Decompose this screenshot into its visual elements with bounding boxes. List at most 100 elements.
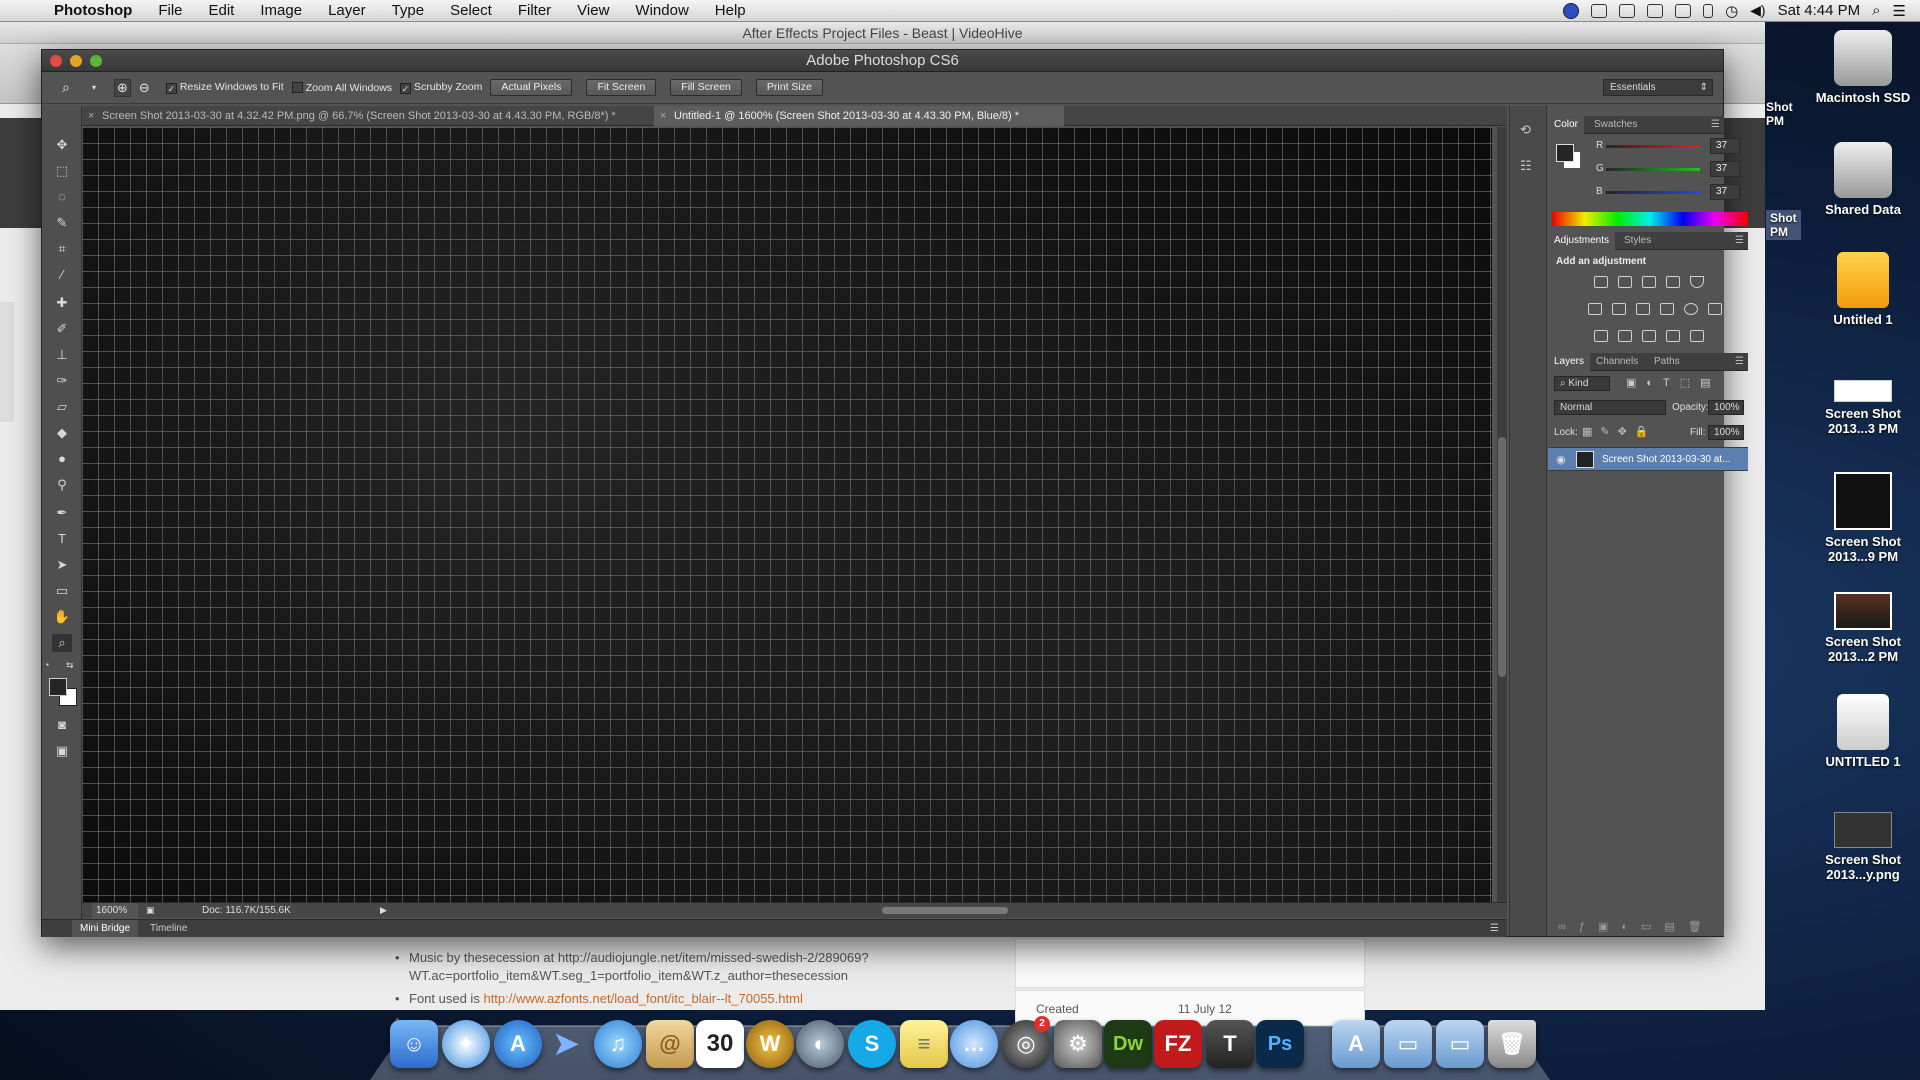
hand-tool-icon[interactable]: ✋ [52,608,72,626]
eraser-tool-icon[interactable]: ▱ [52,398,72,416]
tab-close-icon[interactable]: × [660,106,666,126]
document-canvas[interactable] [82,127,1492,902]
messages-icon[interactable]: … [950,1020,998,1068]
fill-field[interactable]: 100% [1708,425,1744,440]
tab-mini-bridge[interactable]: Mini Bridge [72,920,139,937]
blend-mode-dropdown[interactable]: Normal [1554,400,1666,415]
rectangle-tool-icon[interactable]: ▭ [52,582,72,600]
tool-preset-dropdown[interactable]: ▾ [92,83,106,92]
music-credit-link[interactable]: WT.ac=portfolio_item&WT.seg_1=portfolio_… [409,968,848,983]
panel-menu-icon[interactable]: ☰ [1490,920,1499,937]
menu-type[interactable]: Type [379,2,438,19]
tab-timeline[interactable]: Timeline [142,920,195,937]
documents-folder-icon[interactable]: ▭ [1384,1020,1432,1068]
marquee-tool-icon[interactable]: ⬚ [52,162,72,180]
dodge-tool-icon[interactable]: ⚲ [52,476,72,494]
steam-icon[interactable]: ◐ [796,1020,844,1068]
properties-panel-icon[interactable]: ☷ [1520,158,1538,174]
levels-adj-icon[interactable] [1618,276,1632,288]
tab-styles[interactable]: Styles [1618,232,1657,250]
curves-adj-icon[interactable] [1642,276,1656,288]
filezilla-icon[interactable]: FZ [1154,1020,1202,1068]
minimize-button[interactable] [70,55,82,67]
text-app-icon[interactable]: T [1206,1020,1254,1068]
lasso-tool-icon[interactable]: ◌ [52,188,72,206]
stickies-icon[interactable]: ≡ [900,1020,948,1068]
volume-icon[interactable]: ◀) [1750,2,1765,19]
downloads-folder-icon[interactable]: ▭ [1436,1020,1484,1068]
invert-adj-icon[interactable] [1594,330,1608,342]
spotlight-icon[interactable]: ⌕ [1872,2,1880,19]
fill-screen-button[interactable]: Fill Screen [670,79,742,96]
visibility-eye-icon[interactable]: ◉ [1556,453,1566,466]
panel-menu-icon[interactable]: ☰ [1735,353,1744,371]
resize-windows-option[interactable]: ✓ Resize Windows to Fit [165,81,284,94]
workspace-dropdown[interactable]: Essentials ⇕ [1603,79,1713,96]
desktop-icon-screenshot-2[interactable]: Screen Shot 2013...9 PM [1808,472,1918,564]
tab-layers[interactable]: Layers [1548,353,1591,371]
menu-edit[interactable]: Edit [196,2,248,19]
tab-screenshot-doc[interactable]: × Screen Shot 2013-03-30 at 4.32.42 PM.pn… [82,106,652,126]
tab-untitled-doc[interactable]: × Untitled-1 @ 1600% (Screen Shot 2013-03… [654,106,1064,126]
skype-icon[interactable]: S [848,1020,896,1068]
menu-layer[interactable]: Layer [315,2,379,19]
system-preferences-icon[interactable]: ⚙ [1054,1020,1102,1068]
finder-icon[interactable]: ☺ [390,1020,438,1068]
layer-row[interactable]: ◉ Screen Shot 2013-03-30 at... [1548,447,1748,471]
gradient-map-adj-icon[interactable] [1690,330,1704,342]
status-menu-arrow-icon[interactable]: ▶ [380,903,387,918]
zoom-all-option[interactable]: Zoom All Windows [291,81,392,94]
menu-filter[interactable]: Filter [505,2,564,19]
font-link[interactable]: http://www.azfonts.net/load_font/itc_bla… [483,991,802,1006]
status-notes-icon[interactable] [1619,3,1636,18]
opacity-field[interactable]: 100% [1708,400,1744,415]
clock[interactable]: Sat 4:44 PM [1778,2,1861,19]
safari-icon[interactable]: ✦ [442,1020,490,1068]
scrubby-option[interactable]: ✓ Scrubby Zoom [400,81,482,94]
move-tool-icon[interactable]: ✥ [52,136,72,154]
tab-paths[interactable]: Paths [1648,353,1686,371]
dreamweaver-icon[interactable]: Dw [1104,1020,1152,1068]
color-balance-adj-icon[interactable] [1612,303,1626,315]
calendar-icon[interactable]: 30 [696,1020,744,1068]
print-size-button[interactable]: Print Size [755,79,823,96]
exposure-adj-icon[interactable] [1666,276,1680,288]
tab-color[interactable]: Color [1548,116,1584,134]
applications-folder-icon[interactable]: A [1332,1020,1380,1068]
status-info-icon[interactable]: ▣ [146,903,155,918]
lock-icons[interactable]: ▦✎✥🔒 [1582,425,1657,438]
tab-adjustments[interactable]: Adjustments [1548,232,1616,250]
screen-mode-icon[interactable]: ▣ [52,742,72,760]
healing-brush-tool-icon[interactable]: ✚ [52,294,72,312]
green-slider[interactable] [1606,168,1700,171]
desktop-icon-untitled-drive[interactable]: UNTITLED 1 [1808,694,1918,769]
threshold-adj-icon[interactable] [1642,330,1656,342]
red-slider[interactable] [1606,145,1700,148]
trash-icon[interactable]: 🗑 [1488,1020,1536,1068]
contacts-icon[interactable]: @ [646,1020,694,1068]
resize-checkbox[interactable]: ✓ [165,83,177,94]
status-blue-icon[interactable] [1563,2,1580,19]
vertical-scroll-thumb[interactable] [1498,437,1506,677]
black-white-adj-icon[interactable] [1636,303,1650,315]
green-value[interactable]: 37 [1710,161,1740,177]
hue-saturation-adj-icon[interactable] [1588,303,1602,315]
paint-bucket-tool-icon[interactable]: ◆ [52,424,72,442]
menu-help[interactable]: Help [702,2,759,19]
status-square-icon[interactable] [1675,3,1692,18]
foreground-color-swatch[interactable] [49,678,67,696]
close-button[interactable] [50,55,62,67]
quick-mask-icon[interactable]: ◙ [52,716,72,734]
warcraft-icon[interactable]: W [746,1020,794,1068]
zoom-out-icon[interactable]: ⊖ [139,80,150,96]
vertical-scrollbar[interactable] [1497,127,1507,902]
default-colors-icon[interactable]: ▪ [46,660,56,670]
pen-tool-icon[interactable]: ✒ [52,504,72,522]
color-lookup-adj-icon[interactable] [1708,303,1722,315]
status-windows-icon[interactable] [1647,3,1664,18]
desktop-icon-screenshot-4[interactable]: Screen Shot 2013...y.png [1808,812,1918,882]
menu-view[interactable]: View [564,2,622,19]
panel-menu-icon[interactable]: ☰ [1735,232,1744,250]
actual-pixels-button[interactable]: Actual Pixels [490,79,573,96]
status-app-icon[interactable] [1591,3,1608,18]
